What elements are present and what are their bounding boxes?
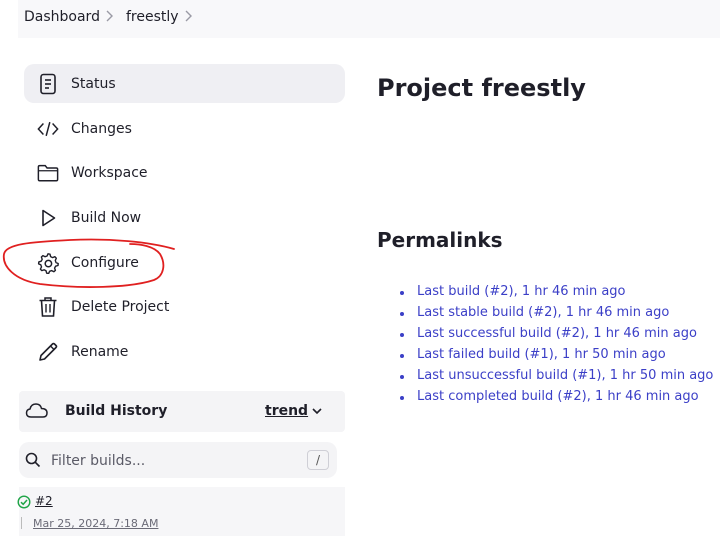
- breadcrumb-dashboard[interactable]: Dashboard: [24, 9, 100, 25]
- permalink-last-build[interactable]: Last build (#2), 1 hr 46 min ago: [417, 284, 626, 299]
- page-title: Project freestly: [377, 74, 586, 102]
- sidebar-item-label: Rename: [71, 343, 129, 360]
- sidebar-item-rename[interactable]: Rename: [24, 332, 345, 371]
- build-number-link[interactable]: #2: [35, 494, 53, 508]
- document-icon: [37, 73, 59, 95]
- filter-builds: /: [19, 442, 337, 478]
- list-item: Last unsuccessful build (#1), 1 hr 50 mi…: [399, 368, 713, 389]
- chevron-down-icon[interactable]: [311, 405, 323, 417]
- play-icon: [37, 207, 59, 229]
- sidebar-item-status[interactable]: Status: [24, 64, 345, 103]
- filter-builds-input[interactable]: [49, 448, 293, 474]
- annotation-circle: [3, 238, 175, 288]
- list-item: Last failed build (#1), 1 hr 50 min ago: [399, 347, 713, 368]
- list-item: Last successful build (#2), 1 hr 46 min …: [399, 326, 713, 347]
- sidebar-item-build-now[interactable]: Build Now: [24, 198, 345, 237]
- trend-link[interactable]: trend: [265, 403, 308, 419]
- pencil-icon: [37, 341, 59, 363]
- permalink-last-stable-build[interactable]: Last stable build (#2), 1 hr 46 min ago: [417, 305, 669, 320]
- code-icon: [37, 118, 59, 140]
- list-item: Last completed build (#2), 1 hr 46 min a…: [399, 389, 713, 410]
- sidebar-item-label: Workspace: [71, 164, 148, 181]
- folder-icon: [37, 162, 59, 184]
- search-icon: [25, 452, 41, 468]
- sidebar-item-label: Status: [71, 75, 116, 92]
- keyboard-shortcut-hint: /: [307, 450, 329, 470]
- breadcrumb: Dashboard freestly: [18, 0, 720, 38]
- build-date-link[interactable]: Mar 25, 2024, 7:18 AM: [33, 517, 158, 530]
- permalinks-heading: Permalinks: [377, 228, 503, 252]
- chevron-right-icon: [106, 10, 113, 22]
- build-row: #2 Mar 25, 2024, 7:18 AM: [17, 487, 345, 536]
- timeline-divider: [21, 517, 22, 529]
- list-item: Last build (#2), 1 hr 46 min ago: [399, 284, 713, 305]
- breadcrumb-project[interactable]: freestly: [126, 9, 179, 25]
- permalink-last-unsuccessful-build[interactable]: Last unsuccessful build (#1), 1 hr 50 mi…: [417, 368, 713, 383]
- permalink-last-successful-build[interactable]: Last successful build (#2), 1 hr 46 min …: [417, 326, 697, 341]
- list-item: Last stable build (#2), 1 hr 46 min ago: [399, 305, 713, 326]
- permalink-last-completed-build[interactable]: Last completed build (#2), 1 hr 46 min a…: [417, 389, 699, 404]
- sidebar-item-label: Build Now: [71, 209, 142, 226]
- sidebar-item-workspace[interactable]: Workspace: [24, 153, 345, 192]
- cloud-icon: [25, 403, 48, 418]
- success-check-icon: [17, 495, 31, 509]
- sidebar-item-label: Delete Project: [71, 298, 170, 315]
- sidebar-item-label: Changes: [71, 120, 132, 137]
- permalink-last-failed-build[interactable]: Last failed build (#1), 1 hr 50 min ago: [417, 347, 666, 362]
- sidebar-item-changes[interactable]: Changes: [24, 109, 345, 148]
- trash-icon: [37, 296, 59, 318]
- build-history-title: Build History: [65, 403, 168, 419]
- permalinks-list: Last build (#2), 1 hr 46 min ago Last st…: [399, 284, 713, 410]
- build-history-header: Build History trend: [19, 391, 345, 432]
- sidebar-item-delete-project[interactable]: Delete Project: [24, 287, 345, 326]
- chevron-right-icon: [185, 10, 192, 22]
